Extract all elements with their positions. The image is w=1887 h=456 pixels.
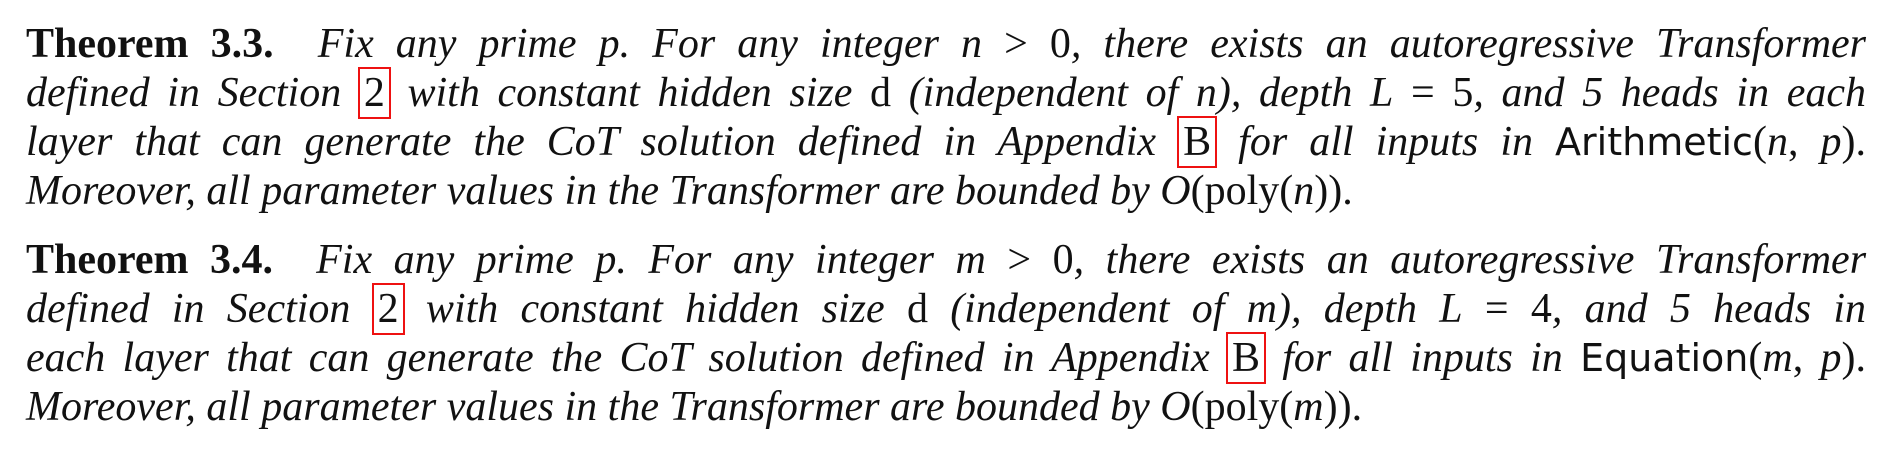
theorem-3-4-line-4: Moreover, all parameter values in the Tr… (26, 383, 1866, 432)
theorem-3-4-line-3: each layer that can generate the CoT sol… (26, 332, 1867, 384)
theorem-3-3-line-3: layer that can generate the CoT solution… (26, 116, 1867, 168)
math-paren: ( (1748, 335, 1763, 381)
theorem-3-4-line-1: Theorem 3.4. Fix any prime p. For any in… (26, 236, 1866, 285)
math-operator: = (1462, 286, 1531, 332)
math-poly: (poly( (1190, 384, 1294, 430)
math-size-var: m (1246, 286, 1277, 332)
appendix-ref-link[interactable]: B (1225, 332, 1266, 384)
theorem-text: . For any integer (619, 21, 962, 67)
theorem-text: (independent of (927, 286, 1247, 332)
theorem-label: Theorem 3.4. (26, 237, 274, 283)
theorem-text: for all inputs in (1216, 119, 1556, 165)
theorem-text: with constant hidden size (403, 286, 907, 332)
math-size-var: n (1293, 168, 1315, 214)
math-hidden-size-var: d (906, 286, 928, 332)
theorem-3-4: Theorem 3.4. Fix any prime p. For any in… (26, 236, 1866, 432)
theorem-3-3-line-2: defined in Section 2 with constant hidde… (26, 67, 1866, 119)
task-name: Equation (1580, 336, 1749, 380)
math-prime-var: p (598, 21, 620, 67)
math-paren: ). (1841, 119, 1867, 165)
math-paren: )). (1323, 384, 1363, 430)
math-big-o: O (1160, 384, 1191, 430)
math-number: 0 (1049, 21, 1071, 67)
math-size-var: m (955, 237, 986, 283)
math-paren: ( (1752, 119, 1767, 165)
math-paren: ). (1841, 335, 1867, 381)
math-operator: = (1393, 70, 1453, 116)
math-operator: > (982, 21, 1050, 67)
theorem-text: for all inputs in (1264, 335, 1581, 381)
theorem-label: Theorem 3.3. (26, 21, 274, 67)
math-size-var: m (1762, 335, 1793, 381)
theorem-text: , there exists an autoregressive Transfo… (1070, 21, 1867, 67)
math-size-var: m (1293, 384, 1324, 430)
theorem-text: . For any integer (616, 237, 956, 283)
math-depth-var: L (1370, 70, 1394, 116)
theorem-text: ), depth (1276, 286, 1440, 332)
theorem-text: Moreover, all parameter values in the Tr… (26, 168, 1161, 214)
math-size-var: n (1195, 70, 1217, 116)
theorem-3-3-line-1: Theorem 3.3. Fix any prime p. For any in… (26, 20, 1866, 69)
theorem-text: defined in Section (26, 286, 373, 332)
math-prime-var: p (1820, 335, 1842, 381)
theorem-3-4-line-2: defined in Section 2 with constant hidde… (26, 283, 1867, 335)
theorem-text: each layer that can generate the CoT sol… (26, 335, 1227, 381)
math-paren: )). (1314, 168, 1353, 214)
theorem-text: , and 5 heads in (1551, 286, 1867, 332)
math-operator: > (985, 237, 1053, 283)
section-ref-link[interactable]: 2 (371, 283, 405, 335)
task-name: Arithmetic (1555, 120, 1753, 164)
math-comma: , (1787, 119, 1821, 165)
math-number: 5 (1452, 70, 1474, 116)
math-prime-var: p (595, 237, 617, 283)
math-number: 4 (1530, 286, 1552, 332)
paper-page: Theorem 3.3. Fix any prime p. For any in… (26, 20, 1866, 452)
math-poly: (poly( (1190, 168, 1294, 214)
theorem-text: , there exists an autoregressive Transfo… (1073, 237, 1867, 283)
theorem-text: Moreover, all parameter values in the Tr… (26, 384, 1161, 430)
math-hidden-size-var: d (870, 70, 892, 116)
math-comma: , (1792, 335, 1821, 381)
theorem-text: Fix any prime (316, 237, 596, 283)
appendix-ref-link[interactable]: B (1177, 116, 1218, 168)
theorem-3-3: Theorem 3.3. Fix any prime p. For any in… (26, 20, 1866, 216)
section-ref-link[interactable]: 2 (357, 67, 391, 119)
math-number: 0 (1052, 237, 1074, 283)
math-size-var: n (961, 21, 983, 67)
theorem-text: , and 5 heads in each (1473, 70, 1866, 116)
math-depth-var: L (1439, 286, 1463, 332)
math-size-var: n (1766, 119, 1788, 165)
theorem-text: layer that can generate the CoT solution… (26, 119, 1179, 165)
math-prime-var: p (1820, 119, 1842, 165)
theorem-3-3-line-4: Moreover, all parameter values in the Tr… (26, 167, 1866, 216)
theorem-text: defined in Section (26, 70, 359, 116)
theorem-text: (independent of (891, 70, 1196, 116)
theorem-text: with constant hidden size (389, 70, 871, 116)
math-big-o: O (1160, 168, 1191, 214)
theorem-text: Fix any prime (317, 21, 599, 67)
theorem-text: ), depth (1216, 70, 1370, 116)
